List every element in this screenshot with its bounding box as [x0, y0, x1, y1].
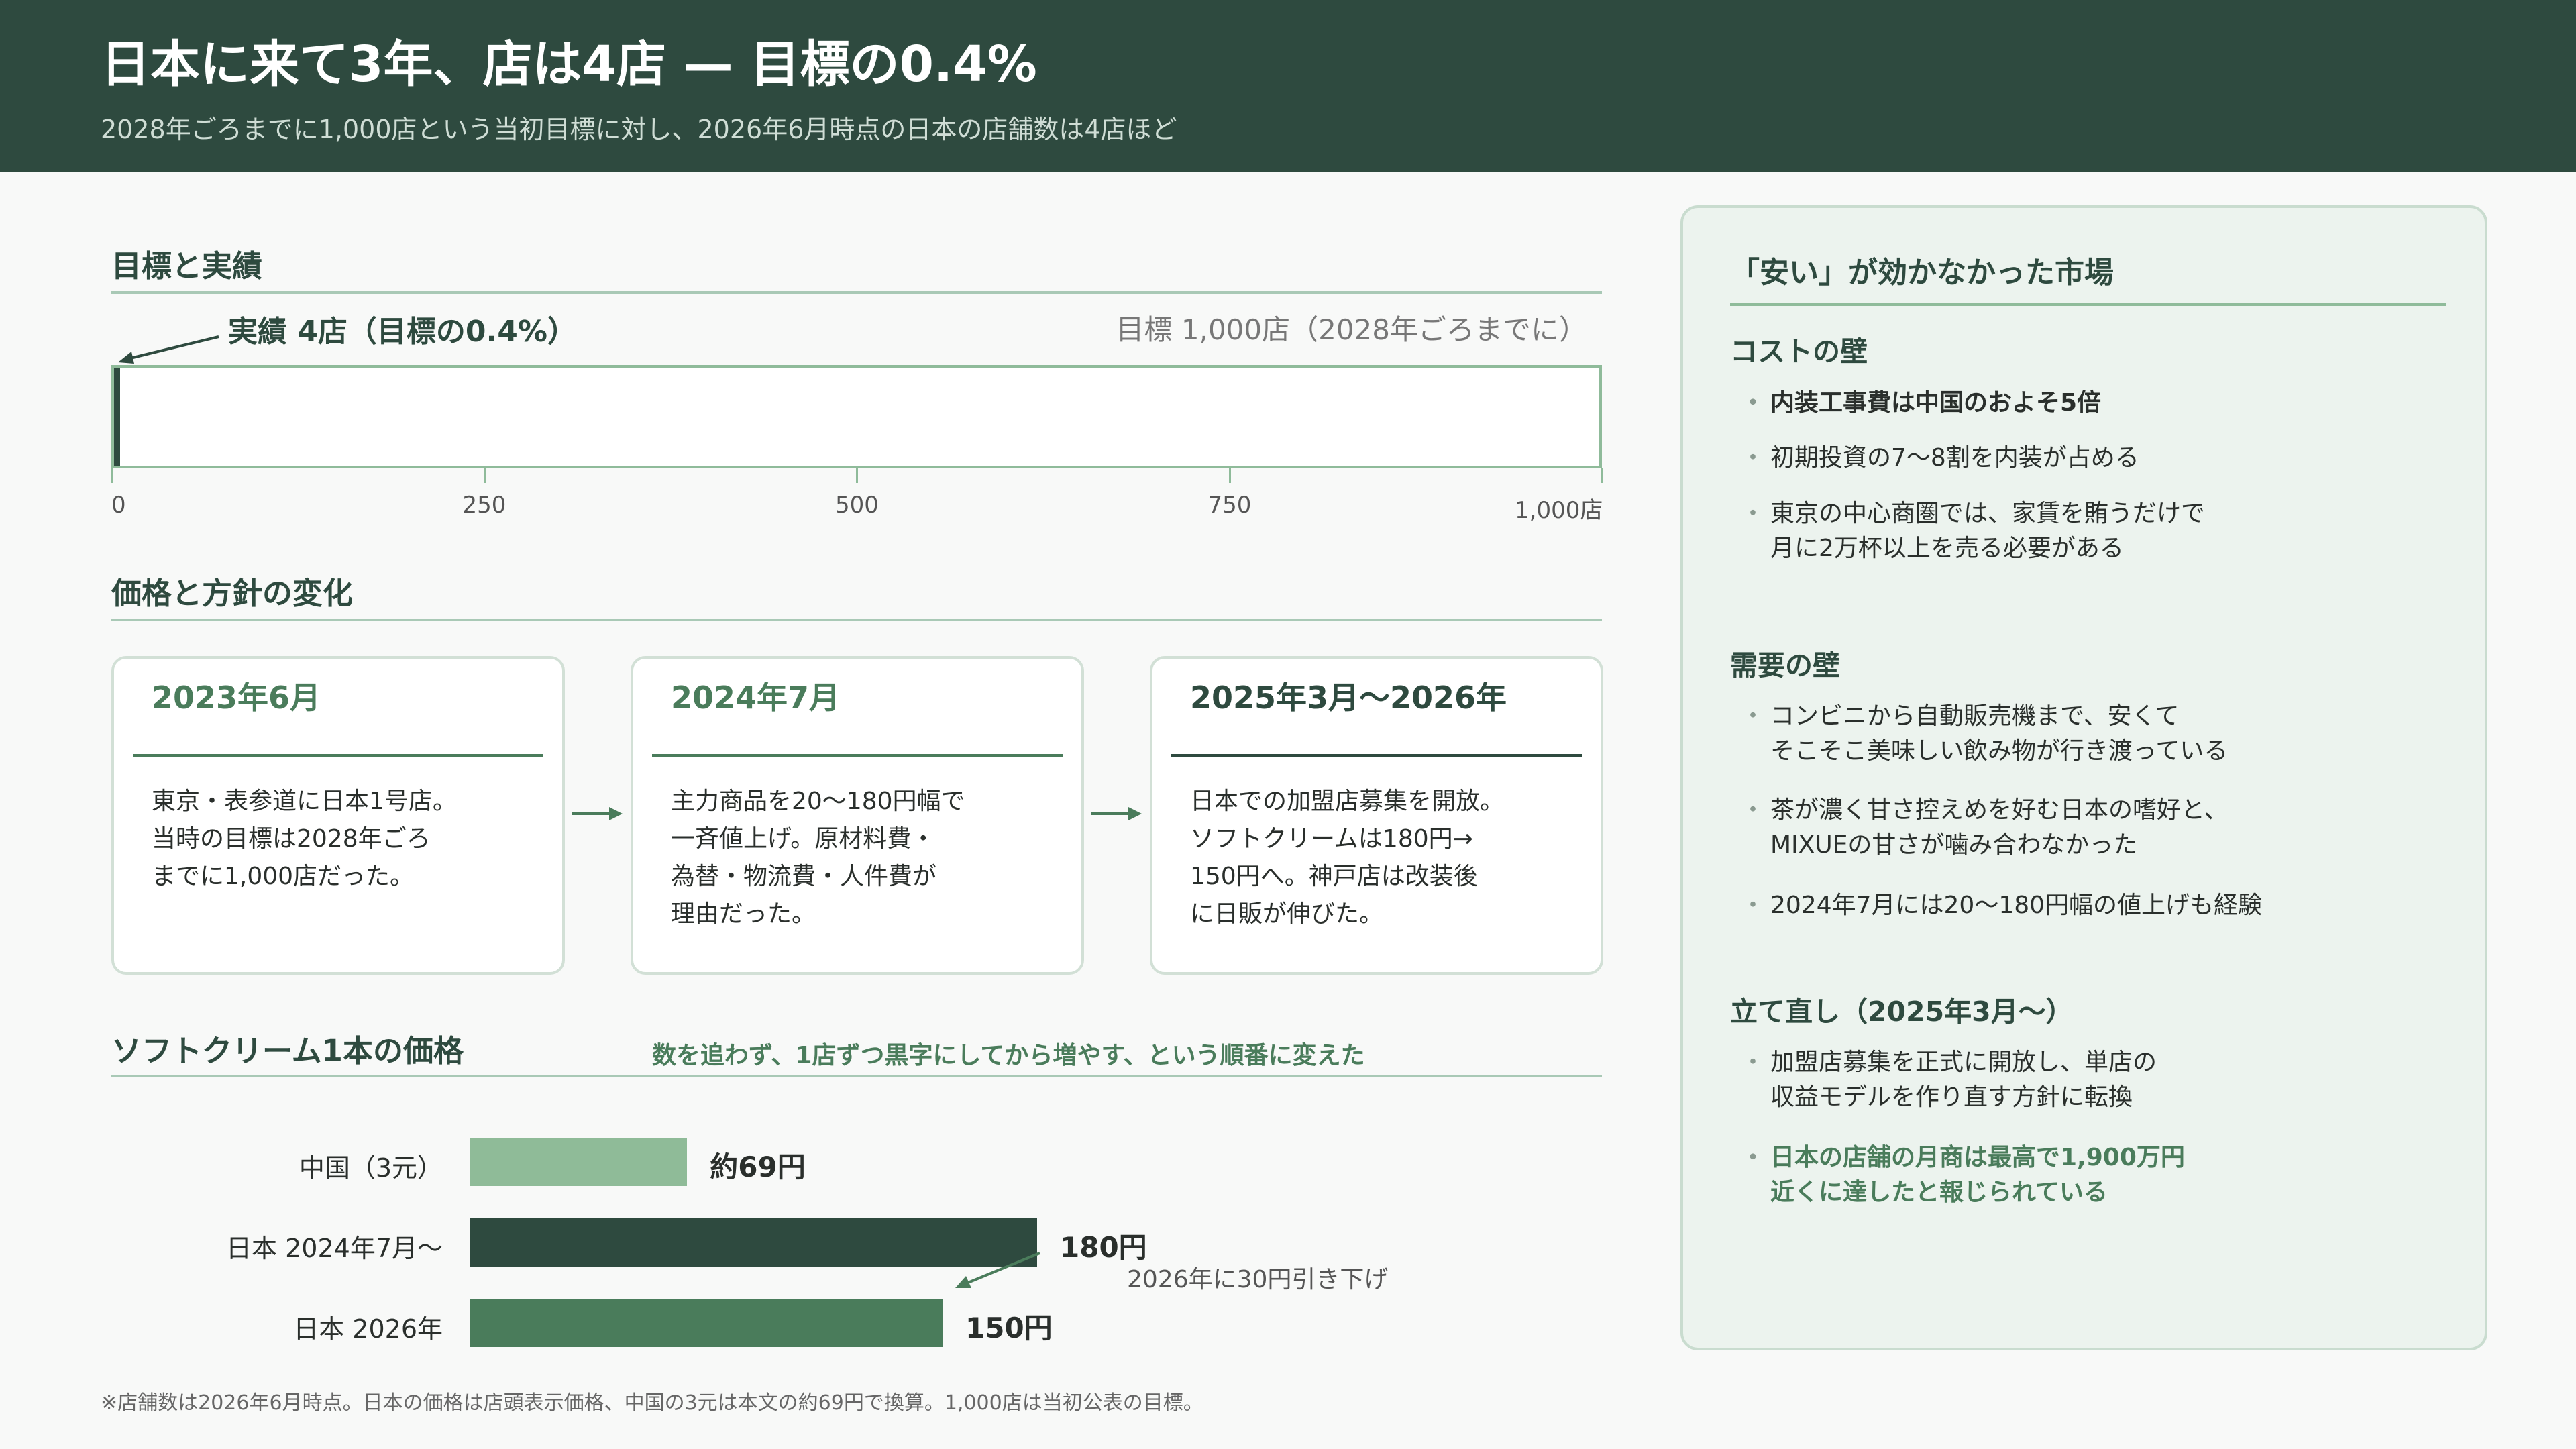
goal-progress-bar [111, 365, 1602, 468]
timeline-card-body: 東京・表参道に日本1号店。 当時の目標は2028年ごろ までに1,000店だった… [152, 788, 457, 890]
timeline-card-1: 2023年6月 東京・表参道に日本1号店。 当時の目標は2028年ごろ までに1… [111, 656, 565, 975]
goal-axis-tick [856, 468, 858, 483]
timeline-card-date: 2024年7月 [671, 680, 841, 716]
panel-title: 「安い」が効かなかった市場 [1730, 256, 2114, 290]
panel-bullet-item: 加盟店募集を正式に開放し、単店の 収益モデルを作り直す方針に転換 [1741, 1045, 2157, 1115]
panel-group-title: コストの壁 [1730, 335, 1868, 368]
bar-category-label: 日本 2026年 [293, 1314, 443, 1344]
header-banner: 日本に来て3年、店は4店 — 目標の0.4% 2028年ごろまでに1,000店と… [0, 0, 2576, 172]
panel-bullet-item: コンビニから自動販売機まで、安くて そこそこ美味しい飲み物が行き渡っている [1741, 699, 2228, 769]
goal-axis-tick-label: 1,000店 [1515, 497, 1603, 524]
panel-group-title: 立て直し（2025年3月〜） [1730, 996, 2074, 1028]
panel-bullet-item: 2024年7月には20〜180円幅の値上げも経験 [1741, 888, 2262, 923]
price-bar [470, 1299, 943, 1347]
panel-bullet-item: 東京の中心商圏では、家賃を賄うだけで 月に2万杯以上を売る必要がある [1741, 496, 2205, 566]
bar-value-label: 約69円 [710, 1150, 806, 1183]
timeline-card-body: 主力商品を20〜180円幅で 一斉値上げ。原材料費・ 為替・物流費・人件費が 理… [671, 788, 965, 928]
goal-axis-tick-label: 250 [462, 492, 506, 519]
actual-pointer-arrow [118, 335, 219, 364]
goal-axis-tick-label: 750 [1208, 492, 1252, 519]
bar-category-label: 中国（3元） [299, 1153, 443, 1183]
timeline-arrow-icon [1091, 807, 1142, 820]
timeline-section-rule [111, 619, 1602, 621]
market-panel: 「安い」が効かなかった市場 コストの壁内装工事費は中国のおよそ5倍初期投資の7〜… [1680, 205, 2487, 1350]
panel-bullet-item: 初期投資の7〜8割を内装が占める [1741, 441, 2139, 476]
panel-bullet-item: 日本の店舗の月商は最高で1,900万円 近くに達したと報じられている [1741, 1140, 2185, 1210]
timeline-card-date: 2023年6月 [152, 680, 321, 716]
timeline-card-3: 2025年3月〜2026年 日本での加盟店募集を開放。 ソフトクリームは180円… [1150, 656, 1603, 975]
actual-label: 実績 4店（目標の0.4%） [228, 315, 577, 349]
target-label: 目標 1,000店（2028年ごろまでに） [1116, 313, 1587, 346]
timeline-card-date: 2025年3月〜2026年 [1190, 680, 1507, 716]
goal-axis-tick [1601, 468, 1603, 483]
price-cut-arrow [955, 1252, 1040, 1288]
page-title: 日本に来て3年、店は4店 — 目標の0.4% [101, 36, 1037, 93]
goal-axis-tick-label: 0 [111, 492, 126, 519]
price-section-rule [111, 1075, 1602, 1077]
panel-group-title: 需要の壁 [1730, 649, 1840, 682]
timeline-card-rule [1171, 754, 1582, 757]
panel-bullet-item: 茶が濃く甘さ控えめを好む日本の嗜好と、 MIXUEの甘さが噛み合わなかった [1741, 793, 2229, 863]
goal-axis-tick-label: 500 [835, 492, 879, 519]
goal-progress-fill [114, 368, 120, 466]
goal-axis-tick [111, 468, 113, 483]
goal-axis-tick [483, 468, 486, 483]
panel-bullet-item: 内装工事費は中国のおよそ5倍 [1741, 386, 2101, 421]
goal-axis-tick [1228, 468, 1231, 483]
timeline-card-rule [652, 754, 1063, 757]
timeline-card-2: 2024年7月 主力商品を20〜180円幅で 一斉値上げ。原材料費・ 為替・物流… [631, 656, 1084, 975]
timeline-arrow-icon [572, 807, 623, 820]
bar-value-label: 150円 [965, 1311, 1053, 1344]
bar-category-label: 日本 2024年7月〜 [226, 1234, 443, 1263]
goal-section-title: 目標と実績 [111, 248, 263, 284]
panel-rule [1730, 303, 2446, 306]
timeline-section-title: 価格と方針の変化 [111, 576, 354, 611]
timeline-card-body: 日本での加盟店募集を開放。 ソフトクリームは180円→ 150円へ。神戸店は改装… [1190, 788, 1505, 928]
price-section-note: 数を追わず、1店ずつ黒字にしてから増やす、という順番に変えた [652, 1042, 1365, 1069]
timeline-card-rule [133, 754, 543, 757]
price-section-title: ソフトクリーム1本の価格 [111, 1033, 464, 1069]
goal-section-rule [111, 291, 1602, 294]
price-cut-annotation: 2026年に30円引き下げ [1127, 1266, 1389, 1293]
page-subtitle: 2028年ごろまでに1,000店という当初目標に対し、2026年6月時点の日本の… [101, 115, 1177, 144]
price-bar [470, 1138, 688, 1186]
footnote: ※店舗数は2026年6月時点。日本の価格は店頭表示価格、中国の3元は本文の約69… [101, 1391, 1203, 1415]
